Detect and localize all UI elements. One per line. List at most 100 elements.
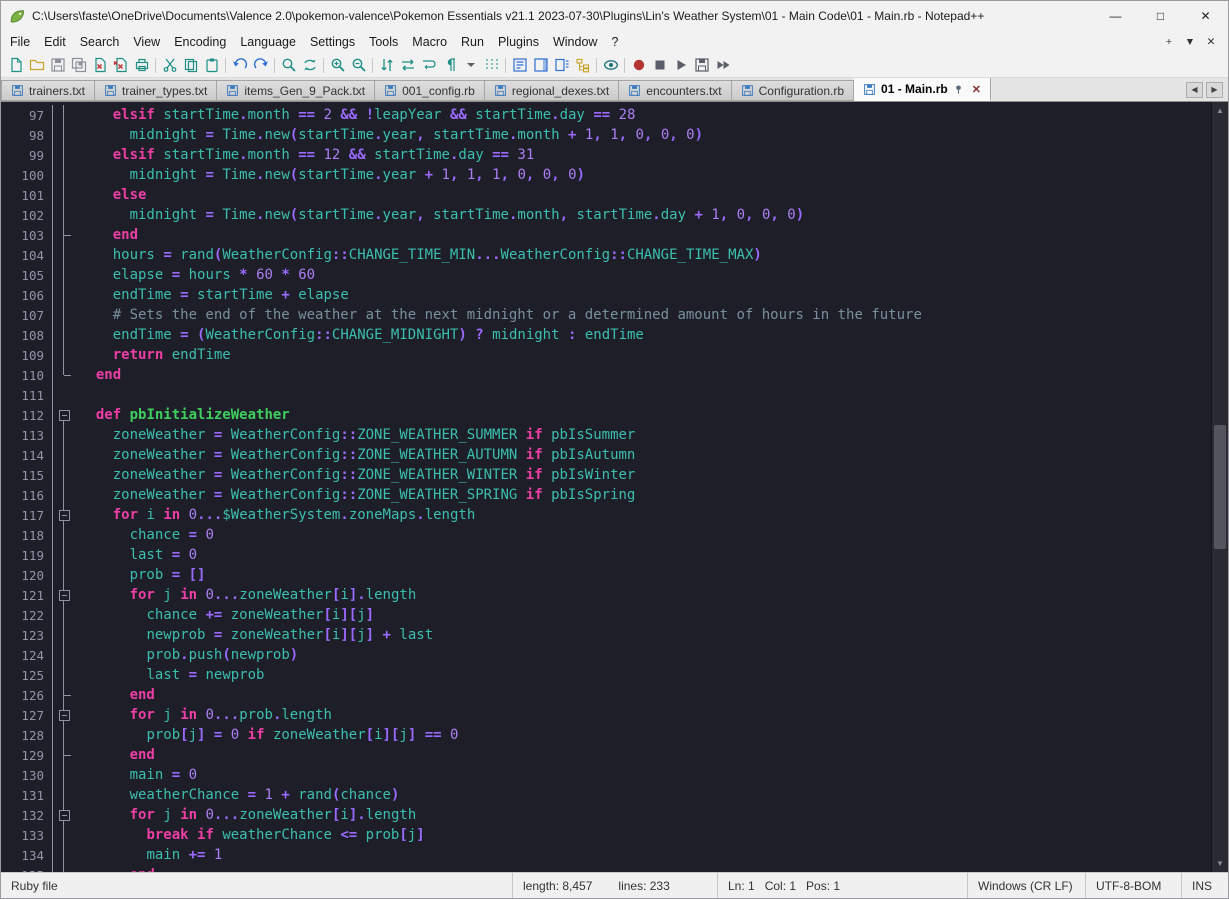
- macro-run-multiple-icon[interactable]: [712, 55, 733, 76]
- sync-horizontal-scrolling-icon[interactable]: [397, 55, 418, 76]
- code-line[interactable]: 128 prob[j] = 0 if zoneWeather[i][j] == …: [1, 725, 1211, 745]
- maximize-button[interactable]: □: [1138, 1, 1183, 31]
- code-line[interactable]: 118 chance = 0: [1, 525, 1211, 545]
- show-all-characters-icon[interactable]: [439, 55, 460, 76]
- replace-icon[interactable]: [299, 55, 320, 76]
- show-indent-guide-icon[interactable]: [481, 55, 502, 76]
- cut-icon[interactable]: [159, 55, 180, 76]
- find-icon[interactable]: [278, 55, 299, 76]
- code-line[interactable]: 125 last = newprob: [1, 665, 1211, 685]
- tab-trainer-types-txt[interactable]: trainer_types.txt: [95, 80, 217, 101]
- code-line[interactable]: 101 else: [1, 185, 1211, 205]
- code-line[interactable]: 111: [1, 385, 1211, 405]
- code-line[interactable]: 132 for j in 0...zoneWeather[i].length: [1, 805, 1211, 825]
- menu-encoding[interactable]: Encoding: [167, 33, 233, 51]
- save-icon[interactable]: [47, 55, 68, 76]
- tab-trainers-txt[interactable]: trainers.txt: [1, 80, 95, 101]
- menu-run[interactable]: Run: [454, 33, 491, 51]
- tab-list-dropdown[interactable]: ▼: [1181, 35, 1199, 49]
- pin-icon[interactable]: [953, 84, 964, 95]
- new-file-icon[interactable]: [5, 55, 26, 76]
- code-line[interactable]: 110 end: [1, 365, 1211, 385]
- code-line[interactable]: 126 end: [1, 685, 1211, 705]
- code-line[interactable]: 97 elsif startTime.month == 2 && !leapYe…: [1, 105, 1211, 125]
- code-line[interactable]: 100 midnight = Time.new(startTime.year +…: [1, 165, 1211, 185]
- redo-icon[interactable]: [250, 55, 271, 76]
- menu-settings[interactable]: Settings: [303, 33, 362, 51]
- status-encoding[interactable]: UTF-8-BOM: [1086, 873, 1182, 898]
- close-all-icon[interactable]: [110, 55, 131, 76]
- menu-help[interactable]: ?: [604, 33, 625, 51]
- menu-plugins[interactable]: Plugins: [491, 33, 546, 51]
- macro-save-icon[interactable]: [691, 55, 712, 76]
- tab-001-config-rb[interactable]: 001_config.rb: [375, 80, 485, 101]
- status-eol-format[interactable]: Windows (CR LF): [968, 873, 1086, 898]
- code-line[interactable]: 108 endTime = (WeatherConfig::CHANGE_MID…: [1, 325, 1211, 345]
- tab-scroll-right-icon[interactable]: ▶: [1206, 82, 1223, 98]
- tab-scroll-left-icon[interactable]: ◀: [1186, 82, 1203, 98]
- scroll-down-icon[interactable]: ▼: [1212, 855, 1228, 872]
- status-insert-mode[interactable]: INS: [1182, 873, 1228, 898]
- tab-encounters-txt[interactable]: encounters.txt: [619, 80, 731, 101]
- vertical-scrollbar[interactable]: ▲ ▼: [1211, 102, 1228, 872]
- paste-icon[interactable]: [201, 55, 222, 76]
- zoom-out-icon[interactable]: [348, 55, 369, 76]
- scroll-up-icon[interactable]: ▲: [1212, 102, 1228, 119]
- menu-tools[interactable]: Tools: [362, 33, 405, 51]
- document-list-icon[interactable]: [551, 55, 572, 76]
- code-line[interactable]: 112 def pbInitializeWeather: [1, 405, 1211, 425]
- code-line[interactable]: 119 last = 0: [1, 545, 1211, 565]
- code-area[interactable]: 97 elsif startTime.month == 2 && !leapYe…: [1, 102, 1211, 872]
- macro-record-icon[interactable]: [628, 55, 649, 76]
- menu-search[interactable]: Search: [73, 33, 127, 51]
- copy-icon[interactable]: [180, 55, 201, 76]
- zoom-in-icon[interactable]: [327, 55, 348, 76]
- tab-01-main-rb[interactable]: 01 - Main.rb✕: [854, 78, 991, 101]
- code-line[interactable]: 114 zoneWeather = WeatherConfig::ZONE_WE…: [1, 445, 1211, 465]
- code-line[interactable]: 104 hours = rand(WeatherConfig::CHANGE_T…: [1, 245, 1211, 265]
- code-line[interactable]: 129 end: [1, 745, 1211, 765]
- fold-toggle-icon[interactable]: [53, 805, 75, 825]
- close-button[interactable]: ✕: [1183, 1, 1228, 31]
- tab-items-gen-9-pack-txt[interactable]: items_Gen_9_Pack.txt: [217, 80, 375, 101]
- code-line[interactable]: 109 return endTime: [1, 345, 1211, 365]
- code-line[interactable]: 98 midnight = Time.new(startTime.year, s…: [1, 125, 1211, 145]
- print-icon[interactable]: [131, 55, 152, 76]
- tab-close-icon[interactable]: ✕: [972, 83, 981, 96]
- fold-toggle-icon[interactable]: [53, 505, 75, 525]
- menu-window[interactable]: Window: [546, 33, 604, 51]
- minimize-button[interactable]: —: [1093, 1, 1138, 31]
- menu-file[interactable]: File: [3, 33, 37, 51]
- code-line[interactable]: 133 break if weatherChance <= prob[j]: [1, 825, 1211, 845]
- open-file-icon[interactable]: [26, 55, 47, 76]
- close-icon[interactable]: [89, 55, 110, 76]
- code-line[interactable]: 99 elsif startTime.month == 12 && startT…: [1, 145, 1211, 165]
- function-list-icon[interactable]: [509, 55, 530, 76]
- word-wrap-icon[interactable]: [418, 55, 439, 76]
- code-line[interactable]: 103 end: [1, 225, 1211, 245]
- fold-toggle-icon[interactable]: [53, 585, 75, 605]
- code-line[interactable]: 107 # Sets the end of the weather at the…: [1, 305, 1211, 325]
- fold-toggle-icon[interactable]: [53, 405, 75, 425]
- code-line[interactable]: 134 main += 1: [1, 845, 1211, 865]
- scrollbar-thumb[interactable]: [1214, 425, 1226, 548]
- save-all-icon[interactable]: [68, 55, 89, 76]
- code-line[interactable]: 113 zoneWeather = WeatherConfig::ZONE_WE…: [1, 425, 1211, 445]
- code-line[interactable]: 121 for j in 0...zoneWeather[i].length: [1, 585, 1211, 605]
- code-line[interactable]: 102 midnight = Time.new(startTime.year, …: [1, 205, 1211, 225]
- monitoring-icon[interactable]: [600, 55, 621, 76]
- undo-icon[interactable]: [229, 55, 250, 76]
- show-all-characters-dropdown-icon[interactable]: [460, 55, 481, 76]
- editor[interactable]: 97 elsif startTime.month == 2 && !leapYe…: [1, 102, 1228, 872]
- code-line[interactable]: 122 chance += zoneWeather[i][j]: [1, 605, 1211, 625]
- code-line[interactable]: 105 elapse = hours * 60 * 60: [1, 265, 1211, 285]
- close-tab-button[interactable]: ✕: [1202, 35, 1220, 49]
- code-line[interactable]: 115 zoneWeather = WeatherConfig::ZONE_WE…: [1, 465, 1211, 485]
- document-map-icon[interactable]: [530, 55, 551, 76]
- code-line[interactable]: 117 for i in 0...$WeatherSystem.zoneMaps…: [1, 505, 1211, 525]
- menu-language[interactable]: Language: [233, 33, 303, 51]
- code-line[interactable]: 106 endTime = startTime + elapse: [1, 285, 1211, 305]
- code-line[interactable]: 130 main = 0: [1, 765, 1211, 785]
- code-line[interactable]: 124 prob.push(newprob): [1, 645, 1211, 665]
- code-line[interactable]: 116 zoneWeather = WeatherConfig::ZONE_WE…: [1, 485, 1211, 505]
